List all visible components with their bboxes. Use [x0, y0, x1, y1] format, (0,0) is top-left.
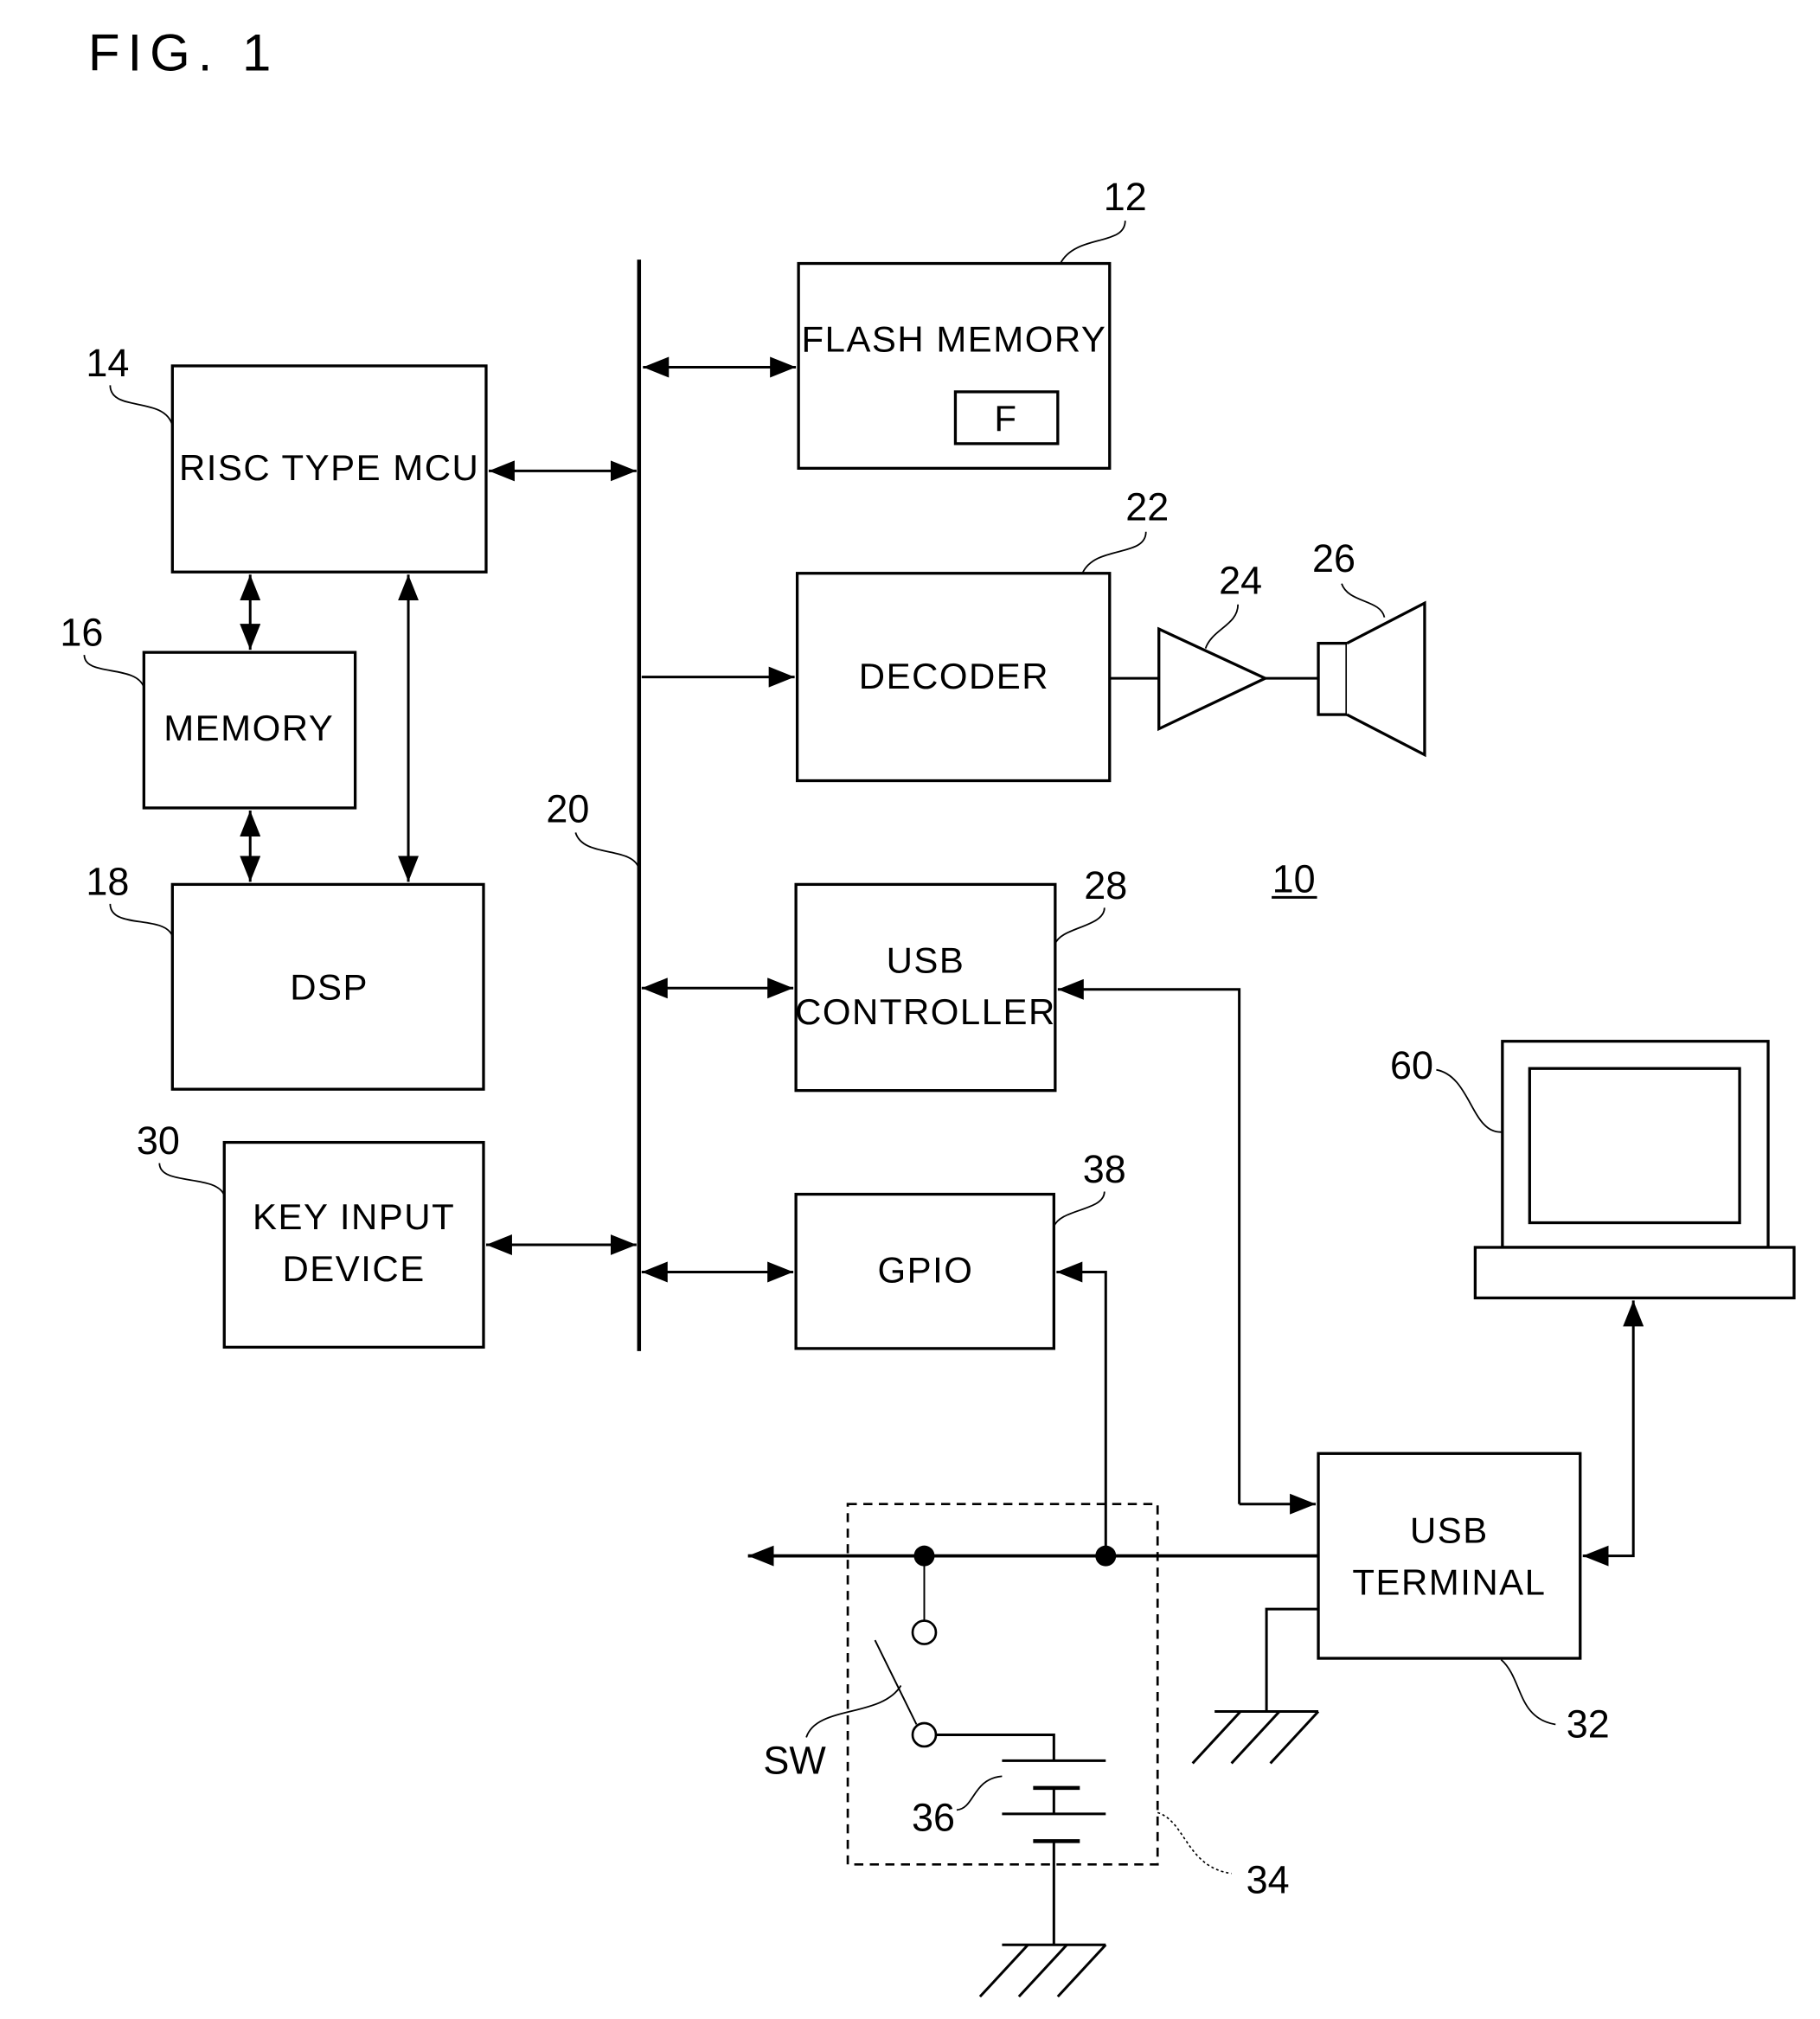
ground-symbol-terminal — [1191, 1709, 1320, 1765]
leader-key-input — [158, 1163, 226, 1196]
leader-memory — [83, 655, 145, 688]
ref-decoder: 22 — [1125, 484, 1169, 529]
leader-decoder — [1081, 531, 1147, 574]
host-computer-icon — [1473, 1040, 1796, 1300]
flash-memory-block: FLASH MEMORY F — [797, 261, 1112, 470]
switch-label: SW — [763, 1738, 826, 1782]
dsp-label: DSP — [290, 967, 368, 1008]
key-input-device-block: KEY INPUT DEVICE — [222, 1140, 485, 1349]
ref-battery: 36 — [912, 1795, 955, 1839]
memory-block: MEMORY — [142, 651, 357, 810]
leader-bus — [574, 832, 640, 869]
leader-dsp — [109, 903, 174, 937]
usb-terminal-label-2: TERMINAL — [1352, 1562, 1546, 1603]
decoder-label: DECODER — [859, 656, 1049, 696]
ref-device: 10 — [1272, 856, 1316, 901]
figure-title: FIG. 1 — [88, 23, 279, 81]
arrow-terminal-host — [1584, 1300, 1644, 1558]
usb-terminal-block: USB TERMINAL — [1317, 1452, 1582, 1660]
usb-controller-label-2: CONTROLLER — [795, 991, 1056, 1032]
key-input-label-2: DEVICE — [283, 1248, 426, 1289]
leader-flash-memory — [1060, 221, 1126, 264]
memory-label: MEMORY — [163, 708, 334, 748]
ref-memory: 16 — [60, 611, 103, 655]
ref-host-computer: 60 — [1390, 1043, 1433, 1087]
wire-terminal-usb-controller — [1057, 978, 1241, 1504]
ref-usb-terminal: 32 — [1567, 1702, 1610, 1746]
ref-power-circuit: 34 — [1246, 1857, 1290, 1901]
wire-terminal-ground — [1265, 1607, 1319, 1712]
junction-node-gpio — [1095, 1545, 1117, 1567]
usb-controller-label-1: USB — [887, 939, 965, 980]
leader-usb-terminal — [1500, 1658, 1556, 1726]
leader-power-circuit — [1157, 1811, 1232, 1875]
ref-flash-memory: 12 — [1104, 175, 1147, 219]
leader-speaker — [1341, 583, 1386, 618]
block-diagram: FIG. 1 20 FLASH MEMORY F 12 RISC TYPE MC… — [60, 23, 1796, 1998]
ref-key-input: 30 — [137, 1118, 180, 1163]
wire-power-gpio — [1056, 1261, 1107, 1556]
ref-speaker: 26 — [1312, 536, 1355, 580]
speaker-icon — [1317, 600, 1426, 758]
battery-icon — [1002, 1759, 1106, 1945]
ref-gpio: 38 — [1083, 1147, 1126, 1191]
leader-gpio — [1053, 1191, 1105, 1227]
gpio-label: GPIO — [878, 1249, 974, 1290]
ref-dsp: 18 — [86, 859, 129, 903]
amplifier-icon — [1157, 626, 1269, 732]
flash-memory-label: FLASH MEMORY — [801, 318, 1106, 359]
ref-bus: 20 — [546, 786, 589, 830]
leader-usb-controller — [1054, 907, 1105, 945]
usb-controller-block: USB CONTROLLER — [794, 882, 1057, 1093]
ref-usb-controller: 28 — [1084, 863, 1127, 907]
ground-symbol-battery — [978, 1943, 1107, 1998]
flash-firmware-label: F — [994, 398, 1017, 439]
ref-risc-mcu: 14 — [86, 341, 129, 385]
decoder-block: DECODER — [795, 572, 1112, 783]
risc-mcu-block: RISC TYPE MCU — [170, 364, 488, 574]
leader-host-computer — [1436, 1068, 1503, 1133]
leader-risc-mcu — [109, 385, 174, 426]
leader-amplifier — [1204, 604, 1240, 649]
leader-battery — [956, 1775, 1003, 1811]
gpio-block: GPIO — [794, 1192, 1055, 1350]
key-input-label-1: KEY INPUT — [253, 1196, 455, 1237]
risc-mcu-label: RISC TYPE MCU — [179, 447, 479, 488]
leader-switch — [805, 1685, 902, 1738]
dsp-block: DSP — [170, 882, 485, 1091]
switch-icon — [874, 1555, 1055, 1761]
usb-terminal-label-1: USB — [1410, 1510, 1489, 1551]
ref-amplifier: 24 — [1219, 559, 1262, 603]
